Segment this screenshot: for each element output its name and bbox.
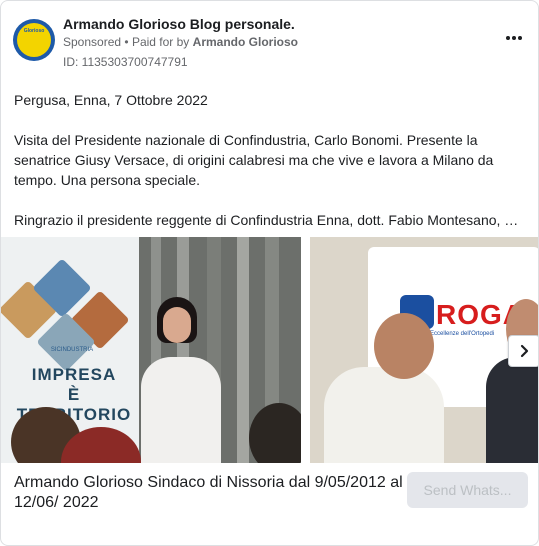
carousel-photo-1[interactable]: SICINDUSTRIA IMPRESA È TERRITORIO (1, 237, 301, 463)
page-name[interactable]: Armando Glorioso Blog personale. (63, 16, 295, 32)
more-options-icon-dot (518, 36, 522, 40)
more-options-icon (506, 36, 510, 40)
more-options-icon-dot (512, 36, 516, 40)
body-paragraph: Visita del Presidente nazionale di Confi… (14, 132, 494, 188)
speaker-face (163, 307, 191, 343)
avatar-text: Glorioso (23, 28, 45, 34)
sponsored-line: Sponsored • Paid for by Armando Glorioso (63, 35, 298, 49)
brand-tagline: Eccellenze dell'Ortopedi (430, 331, 495, 337)
sponsored-label: Sponsored (63, 35, 122, 49)
speaker-figure (141, 357, 221, 463)
banner-line: È (67, 385, 81, 404)
advertiser-name: Armando Glorioso (192, 35, 298, 49)
link-caption[interactable]: Armando Glorioso Sindaco di Nissoria dal… (14, 473, 409, 513)
avatar[interactable]: Glorioso (13, 19, 55, 61)
paid-for-by-label: Paid for by (131, 35, 190, 49)
banner-org: SICINDUSTRIA (50, 347, 94, 353)
man-figure (324, 367, 444, 463)
man-suit (486, 357, 538, 463)
man-face (374, 313, 434, 379)
chevron-right-icon (520, 344, 529, 358)
body-paragraph: Pergusa, Enna, 7 Ottobre 2022 (14, 92, 208, 108)
post-header: Glorioso Armando Glorioso Blog personale… (13, 13, 526, 73)
send-whatsapp-button[interactable]: Send Whats... (407, 472, 528, 508)
post-body: Pergusa, Enna, 7 Ottobre 2022 Visita del… (14, 90, 525, 230)
meta-separator: • (124, 35, 129, 49)
ad-card: Glorioso Armando Glorioso Blog personale… (0, 0, 539, 546)
carousel-photo-2[interactable]: ROGA Eccellenze dell'Ortopedi (310, 237, 538, 463)
carousel-next-button[interactable] (508, 335, 538, 367)
ad-id: ID: 1135303700747791 (63, 55, 188, 69)
avatar-logo: Glorioso (17, 23, 51, 57)
image-carousel: SICINDUSTRIA IMPRESA È TERRITORIO ROGA E… (1, 237, 538, 463)
banner-line: IMPRESA (31, 365, 117, 384)
more-options-button[interactable] (502, 29, 526, 47)
body-paragraph-truncated[interactable]: Ringrazio il presidente reggente di Conf… (14, 210, 525, 230)
curtain-stripe (237, 237, 249, 463)
